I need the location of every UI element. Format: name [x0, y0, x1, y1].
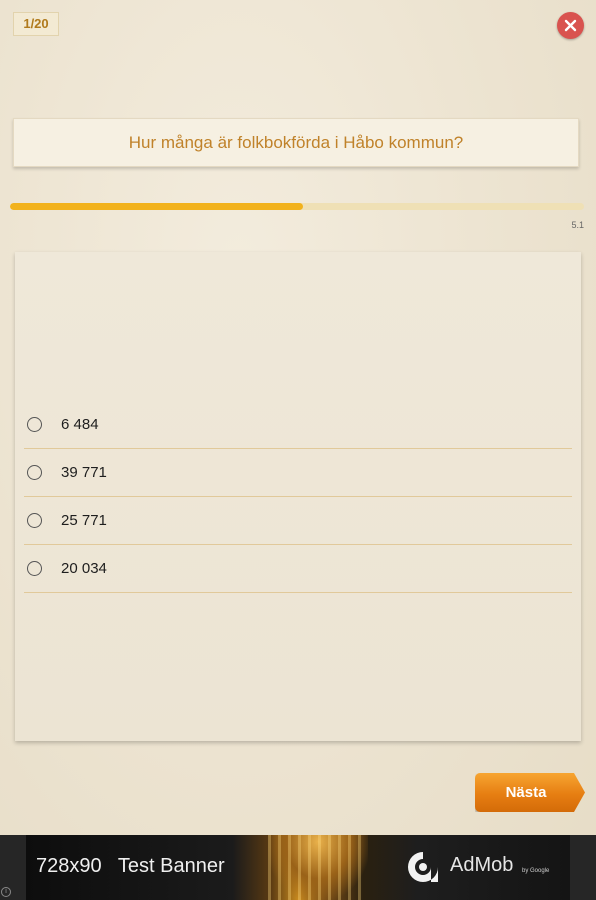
ad-image[interactable]: 728x90 Test Banner AdMob by Google: [26, 835, 570, 900]
question-text: Hur många är folkbokförda i Håbo kommun?: [128, 132, 464, 152]
progress-bar: [10, 203, 584, 210]
close-icon: [564, 19, 577, 32]
option-label: 39 771: [61, 464, 107, 481]
ad-info-icon[interactable]: i: [1, 887, 11, 897]
radio-button[interactable]: [27, 417, 42, 432]
option-item[interactable]: 39 771: [24, 449, 572, 497]
option-label: 25 771: [61, 512, 107, 529]
close-button[interactable]: [557, 12, 584, 39]
admob-logo-icon: [408, 852, 438, 882]
progress-fill: [10, 203, 303, 210]
question-box: Hur många är folkbokförda i Håbo kommun?: [13, 118, 579, 167]
answer-card: 6 484 39 771 25 771 20 034: [15, 252, 581, 741]
option-item[interactable]: 20 034: [24, 545, 572, 593]
option-item[interactable]: 6 484: [24, 401, 572, 449]
ad-background-art: [268, 835, 368, 900]
question-counter: 1/20: [13, 12, 59, 36]
option-item[interactable]: 25 771: [24, 497, 572, 545]
option-label: 6 484: [61, 416, 99, 433]
radio-button[interactable]: [27, 561, 42, 576]
option-label: 20 034: [61, 560, 107, 577]
ad-by-text: by Google: [522, 868, 550, 874]
ad-text: 728x90 Test Banner: [36, 855, 225, 877]
timer-label: 5.1: [571, 220, 584, 230]
next-button-label: Nästa: [505, 784, 547, 801]
next-button[interactable]: Nästa: [475, 773, 585, 812]
radio-button[interactable]: [27, 513, 42, 528]
options-list: 6 484 39 771 25 771 20 034: [24, 401, 572, 593]
radio-button[interactable]: [27, 465, 42, 480]
ad-banner[interactable]: 728x90 Test Banner AdMob by Google i: [0, 835, 596, 900]
ad-brand: AdMob: [450, 854, 514, 876]
